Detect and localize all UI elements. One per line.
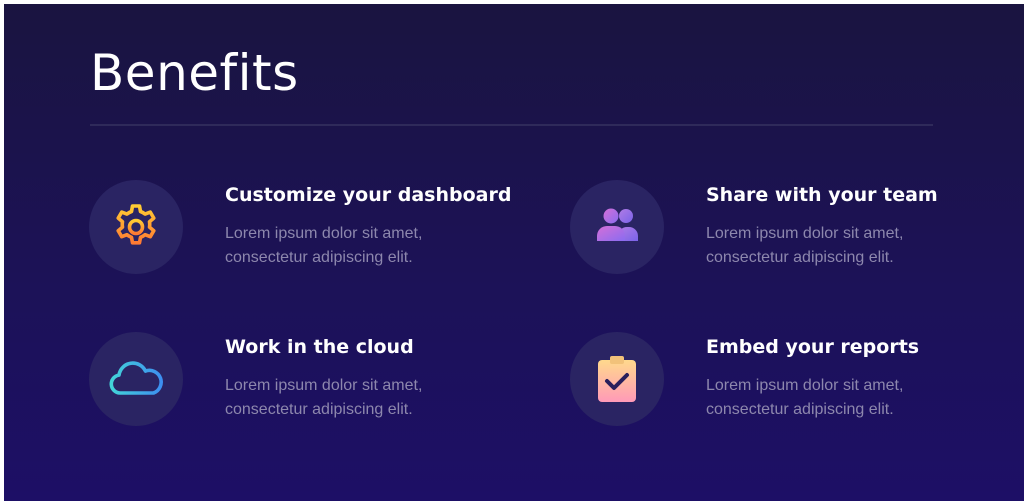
page-title: Benefits xyxy=(90,44,299,102)
benefits-section: Benefits Customize your dashboard Lorem … xyxy=(4,4,1024,501)
benefit-title: Embed your reports xyxy=(706,336,920,358)
benefit-item-share-team: Share with your team Lorem ipsum dolor s… xyxy=(570,180,990,280)
team-icon xyxy=(597,208,638,241)
benefit-description: Lorem ipsum dolor sit amet, consectetur … xyxy=(706,377,904,418)
benefit-title: Work in the cloud xyxy=(225,336,414,358)
screenshot-frame: Benefits Customize your dashboard Lorem … xyxy=(0,0,1024,501)
gear-icon xyxy=(116,204,156,245)
icon-circle xyxy=(570,332,664,426)
cloud-icon xyxy=(109,361,163,395)
benefit-item-embed-reports: Embed your reports Lorem ipsum dolor sit… xyxy=(570,332,990,432)
benefit-item-customize-dashboard: Customize your dashboard Lorem ipsum dol… xyxy=(89,180,512,280)
benefit-title: Share with your team xyxy=(706,184,938,206)
icon-circle xyxy=(570,180,664,274)
benefit-description: Lorem ipsum dolor sit amet, consectetur … xyxy=(706,225,904,266)
benefit-title: Customize your dashboard xyxy=(225,184,512,206)
icon-circle xyxy=(89,332,183,426)
icon-circle xyxy=(89,180,183,274)
benefit-item-work-cloud: Work in the cloud Lorem ipsum dolor sit … xyxy=(89,332,509,432)
title-divider xyxy=(90,124,933,126)
benefit-description: Lorem ipsum dolor sit amet, consectetur … xyxy=(225,377,423,418)
clipboard-check-icon xyxy=(598,356,636,402)
benefit-description: Lorem ipsum dolor sit amet, consectetur … xyxy=(225,225,423,266)
